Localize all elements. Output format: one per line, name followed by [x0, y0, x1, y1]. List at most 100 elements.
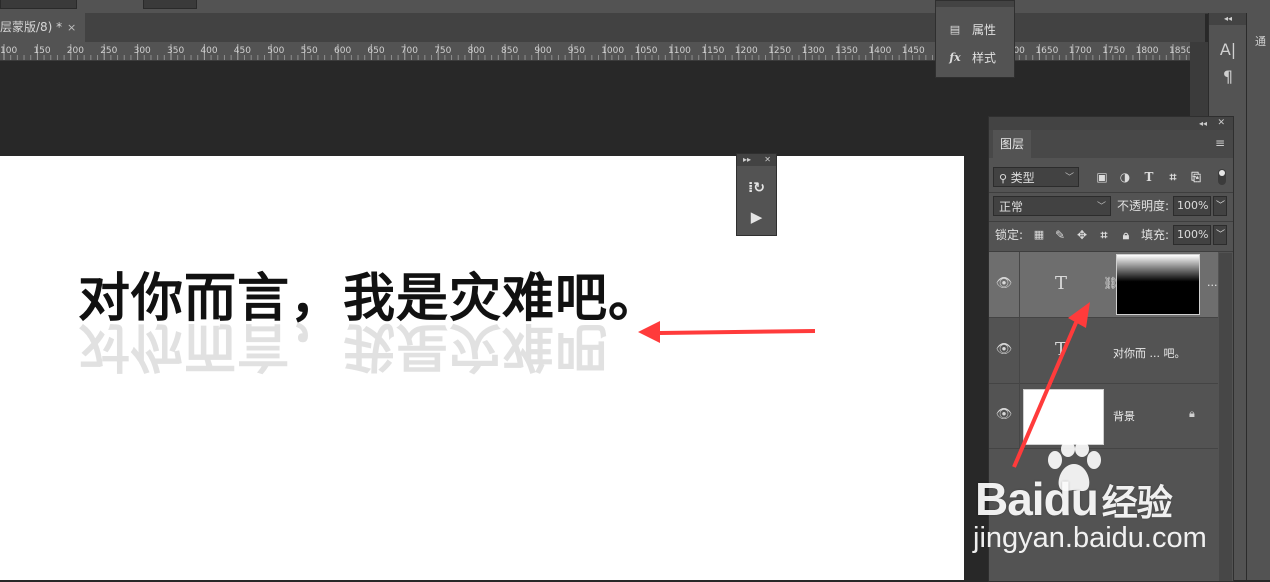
lock-artboard-icon[interactable]: ⌗ [1095, 225, 1113, 245]
filter-shape-icon[interactable]: ⌗ [1164, 167, 1182, 187]
document-tab[interactable]: 层蒙版/8) * × [0, 13, 85, 42]
ruler-tick-label: 1450 [902, 46, 925, 56]
ruler-tick-label: 1250 [768, 46, 791, 56]
ruler-tick-label: 250 [100, 46, 117, 56]
fill-input[interactable]: 100% [1173, 225, 1211, 245]
filter-type-icon[interactable]: T [1140, 167, 1158, 187]
fill-dropdown[interactable]: ﹀ [1213, 225, 1227, 245]
paragraph-panel-icon[interactable]: ¶ [1209, 67, 1247, 86]
blend-mode-select[interactable]: 正常 ﹀ [993, 196, 1111, 216]
ruler-tick-label: 150 [33, 46, 50, 56]
visibility-eye-icon[interactable]: 👁︎ [995, 276, 1013, 291]
layer-row-masked-text[interactable]: 👁︎ T ⛓︎ ... [989, 252, 1218, 318]
lock-transparent-icon[interactable]: ▦ [1030, 225, 1048, 245]
layer-mask-thumbnail[interactable] [1116, 254, 1200, 315]
blend-mode-value: 正常 [999, 200, 1024, 214]
character-panel-icon[interactable]: A| [1209, 40, 1247, 59]
ruler-tick-label: 1850 [1169, 46, 1190, 56]
dock-collapse-icon[interactable]: ◂◂ [1209, 13, 1247, 25]
options-bar [0, 0, 1270, 14]
document-tab-bar [0, 13, 1205, 42]
layer-name[interactable]: 对你而 ... 吧。 [1113, 345, 1185, 361]
brand-bai: Bai [975, 473, 1045, 525]
filter-toggle[interactable] [1218, 169, 1226, 185]
close-icon[interactable]: ✕ [764, 154, 771, 166]
layers-close-icon[interactable]: ✕ [1217, 117, 1225, 130]
ruler-tick-label: 1000 [601, 46, 624, 56]
layer-filter-select[interactable]: ⚲ 类型 ﹀ [993, 167, 1079, 187]
tool-option-field[interactable] [143, 0, 197, 9]
brand-jingyan: 经验 [1101, 482, 1173, 523]
actions-mini-panel: ▸▸ ✕ ⁞↻ ▶ [736, 153, 777, 236]
layer-thumbnail [1023, 389, 1104, 445]
canvas-text-reflection[interactable]: 对你而言，我是灾难吧 [78, 314, 608, 389]
filter-value: 类型 [1010, 171, 1035, 185]
visibility-eye-icon[interactable]: 👁︎ [995, 407, 1013, 422]
ruler-tick-label: 1150 [701, 46, 724, 56]
filter-pixel-icon[interactable]: ▣ [1093, 167, 1111, 187]
layer-row-text[interactable]: 👁︎ T 对你而 ... 吧。 [989, 318, 1218, 384]
ruler-tick-label: 1050 [635, 46, 658, 56]
ruler-tick-label: 400 [200, 46, 217, 56]
opacity-dropdown[interactable]: ﹀ [1213, 196, 1227, 216]
lock-all-icon[interactable]: 🔒︎ [1117, 225, 1135, 245]
style-panel-button[interactable]: fx 样式 [936, 45, 1014, 71]
text-layer-icon: T [1055, 273, 1068, 294]
lock-label: 锁定: [995, 228, 1024, 242]
layers-collapse-icon[interactable]: ◂◂ [1199, 117, 1207, 130]
ruler-tick-label: 1800 [1136, 46, 1159, 56]
watermark-brand: Baidu 经验 [975, 472, 1173, 526]
lock-icon: 🔒︎ [1189, 407, 1195, 420]
layers-panel-header: ◂◂ ✕ [989, 117, 1233, 130]
search-icon: ⚲ [999, 172, 1011, 185]
collapse-icon[interactable]: ▸▸ [743, 154, 751, 166]
properties-style-panel: ▤ 属性 fx 样式 [935, 0, 1015, 78]
chevron-down-icon: ﹀ [1096, 202, 1106, 212]
dock-tab-label[interactable]: 通 [1255, 33, 1266, 49]
fx-style-icon: fx [949, 51, 961, 64]
fill-label: 填充: [1141, 228, 1170, 242]
panel-header [936, 1, 1014, 7]
ruler-tick-label: 1300 [802, 46, 825, 56]
actions-panel-header: ▸▸ ✕ [737, 154, 776, 166]
history-actions-icon[interactable]: ⁞↻ [737, 180, 776, 196]
filter-adjustment-icon[interactable]: ◑ [1116, 167, 1134, 187]
ruler-tick-label: 650 [367, 46, 384, 56]
lock-position-icon[interactable]: ✥ [1073, 225, 1091, 245]
tab-layers[interactable]: 图层 [993, 130, 1031, 158]
layer-name[interactable]: 背景 [1113, 408, 1135, 424]
ruler-tick-label: 300 [134, 46, 151, 56]
opacity-label: 不透明度: [1117, 199, 1170, 213]
ruler-tick-label: 1750 [1102, 46, 1125, 56]
close-tab-icon[interactable]: × [67, 13, 76, 42]
properties-icon: ▤ [949, 23, 961, 36]
filter-smart-object-icon[interactable]: ⎘ [1187, 167, 1205, 187]
ruler-tick-label: 550 [301, 46, 318, 56]
chevron-down-icon: ﹀ [1064, 173, 1074, 183]
ruler-tick-label: 800 [468, 46, 485, 56]
baidu-jingyan-watermark: Baidu 经验 jingyan.baidu.com [965, 440, 1265, 580]
ruler-tick-label: 900 [534, 46, 551, 56]
watermark-url: jingyan.baidu.com [973, 522, 1207, 554]
panel-menu-icon[interactable]: ≡ [1215, 136, 1225, 150]
ruler-tick-label: 500 [267, 46, 284, 56]
ruler-tick-label: 1650 [1035, 46, 1058, 56]
style-label: 样式 [972, 51, 997, 65]
play-action-icon[interactable]: ▶ [737, 208, 776, 226]
ruler-tick-label: 1400 [868, 46, 891, 56]
ruler-tick-label: 1100 [668, 46, 691, 56]
ruler-tick-label: 850 [501, 46, 518, 56]
ruler-tick-label: 100 [0, 46, 17, 56]
visibility-eye-icon[interactable]: 👁︎ [995, 342, 1013, 357]
ruler-tick-label: 450 [234, 46, 251, 56]
ruler-tick-label: 750 [434, 46, 451, 56]
text-layer-icon: T [1055, 339, 1068, 360]
properties-label: 属性 [972, 23, 997, 37]
ruler-tick-label: 950 [568, 46, 585, 56]
document-tab-title: 层蒙版/8) * [0, 20, 63, 34]
layer-more-indicator: ... [1207, 276, 1218, 289]
properties-panel-button[interactable]: ▤ 属性 [936, 17, 1014, 43]
lock-image-icon[interactable]: ✎ [1051, 225, 1069, 245]
opacity-input[interactable]: 100% [1173, 196, 1211, 216]
tool-preset-field[interactable] [0, 0, 77, 9]
